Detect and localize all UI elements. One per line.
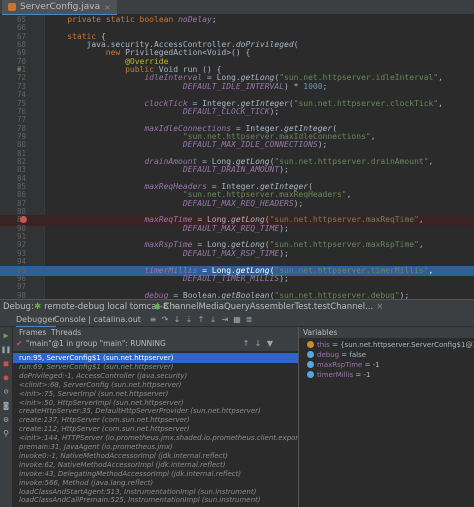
evaluate-expression-icon[interactable]: ▦	[232, 315, 242, 325]
show-execution-point-icon[interactable]: ≡	[148, 315, 158, 325]
stack-frame-label: run:69, ServerConfig$1 (sun.net.httpserv…	[19, 362, 174, 371]
pause-icon[interactable]: ❚❚	[1, 345, 11, 355]
debug-session-tab-test[interactable]: ◆ ChannelMediaQueryAssemblerTest.testCha…	[150, 300, 387, 314]
variable-row[interactable]: timerMillis = -1	[299, 370, 474, 381]
stack-frame-label: create:137, HttpServer (com.sun.net.http…	[19, 416, 190, 425]
close-icon[interactable]: ×	[104, 3, 111, 12]
stack-frame-label: run:95, ServerConfig$1 (sun.net.httpserv…	[19, 354, 174, 362]
stack-frame-label: invoke:43, DelegatingMethodAccessorImpl …	[19, 469, 242, 478]
tab-debugger[interactable]: Debugger	[16, 314, 56, 328]
debug-session-label: ChannelMediaQueryAssemblerTest.testChann…	[163, 302, 374, 312]
stack-frame-label: loadClassAndStartAgent:513, Instrumentat…	[19, 487, 257, 496]
editor-tab-label: ServerConfig.java	[20, 2, 101, 12]
variables-panel: Variables this = {sun.net.httpserver.Ser…	[299, 327, 474, 507]
settings-icon[interactable]: ⚙	[1, 415, 11, 425]
tab-console[interactable]: Console | catalina.out	[54, 314, 141, 326]
variable-name: debug	[317, 351, 340, 359]
stack-frame-label: <init>:50, HttpServerImpl (sun.net.https…	[19, 398, 184, 407]
trace-icon[interactable]: ≣	[244, 315, 254, 325]
stack-frame-label: create:112, HttpServer (com.sun.net.http…	[19, 425, 190, 434]
variable-value: = {sun.net.httpserver.ServerConfig$1@157…	[332, 341, 474, 349]
arrow-up-icon[interactable]: ↑	[241, 339, 251, 349]
arrow-down-icon[interactable]: ↓	[253, 339, 263, 349]
filter-icon[interactable]: ▼	[265, 339, 275, 349]
variable-value: = -1	[362, 361, 380, 369]
object-icon	[307, 341, 314, 348]
stack-frame-label: invoke0:-1, NativeMethodAccessorImpl (jd…	[19, 451, 229, 460]
editor-tab-serverconfig[interactable]: ServerConfig.java ×	[2, 0, 117, 16]
stack-frame-label: invoke:566, Method (java.lang.reflect)	[19, 478, 154, 487]
step-out-icon[interactable]: ↑	[196, 315, 206, 325]
tab-threads[interactable]: Threads	[47, 327, 85, 338]
java-file-icon	[8, 3, 16, 11]
variable-name: this	[317, 341, 330, 349]
close-icon[interactable]: ×	[376, 302, 383, 312]
field-icon	[307, 351, 314, 358]
view-breakpoints-icon[interactable]: ●	[1, 373, 11, 383]
camera-icon[interactable]: ◙	[1, 401, 11, 411]
code-editor[interactable]: 65 private static boolean noDelay; 66 67 s…	[0, 15, 474, 299]
line-number: 98	[16, 290, 26, 299]
stack-frame[interactable]: loadClassAndCallPremain:525, Instrumenta…	[13, 495, 298, 505]
step-over-icon[interactable]: ↷	[160, 315, 170, 325]
run-to-cursor-icon[interactable]: ⇥	[220, 315, 230, 325]
variables-title: Variables	[299, 327, 474, 338]
override-icon[interactable]: ◉	[17, 66, 24, 73]
debugger-toolbar: Debugger Console | catalina.out ≡ ↷ ↓ ⇣ …	[0, 314, 474, 328]
test-icon: ◆	[154, 302, 161, 312]
force-step-into-icon[interactable]: ⇣	[184, 315, 194, 325]
variable-value: = false	[339, 351, 367, 359]
field-icon	[307, 371, 314, 378]
stack-frame-label: <init>:75, ServerImpl (sun.net.httpserve…	[19, 389, 169, 398]
variable-name: timerMillis	[317, 371, 354, 379]
stack-frame-label: invoke:62, NativeMethodAccessorImpl (jdk…	[19, 460, 226, 469]
stack-frame-label: createHttpServer:35, DefaultHttpServerPr…	[19, 407, 261, 416]
debug-side-toolbar: ▶ ❚❚ ■ ● ⊘ ◙ ⚙ ⚲	[0, 327, 13, 507]
stack-frame-label: <init>:144, HTTPServer (io.prometheus.jm…	[19, 434, 298, 443]
resume-icon[interactable]: ▶	[1, 331, 11, 341]
stack-frame-label: premain:31, JavaAgent (io.prometheus.jmx…	[19, 443, 173, 451]
drop-frame-icon[interactable]: ⤓	[208, 315, 218, 325]
stop-icon[interactable]: ■	[1, 359, 11, 369]
thread-selector-row: ✔ "main"@1 in group "main": RUNNING ↑ ↓ …	[13, 338, 298, 351]
stack-frame-label: doPrivileged:-1, AccessController (java.…	[19, 371, 188, 380]
mute-breakpoints-icon[interactable]: ⊘	[1, 387, 11, 397]
debug-tool-window-header: Debug: ✱ remote-debug local tomcat-8 × ◆…	[0, 299, 474, 315]
frames-tabs: Frames Threads	[13, 327, 298, 340]
field-icon	[307, 361, 314, 368]
pin-icon[interactable]: ⚲	[1, 429, 11, 439]
step-into-icon[interactable]: ↓	[172, 315, 182, 325]
frames-panel: Frames Threads ✔ "main"@1 in group "main…	[13, 327, 299, 507]
stack-frame-label: loadClassAndCallPremain:525, Instrumenta…	[19, 496, 261, 505]
variable-value: = -1	[353, 371, 371, 379]
editor-tab-bar: ServerConfig.java ×	[0, 0, 474, 16]
bug-icon: ✱	[34, 302, 42, 312]
stack-frame-label: <clinit>:68, ServerConfig (sun.net.https…	[19, 380, 182, 389]
thread-selector[interactable]: "main"@1 in group "main": RUNNING	[16, 339, 166, 349]
variable-name: maxRspTime	[317, 361, 363, 369]
code-text: debug = Boolean.getBoolean("sun.net.http…	[144, 290, 410, 299]
code-line[interactable]: 98 debug = Boolean.getBoolean("sun.net.h…	[0, 291, 474, 299]
